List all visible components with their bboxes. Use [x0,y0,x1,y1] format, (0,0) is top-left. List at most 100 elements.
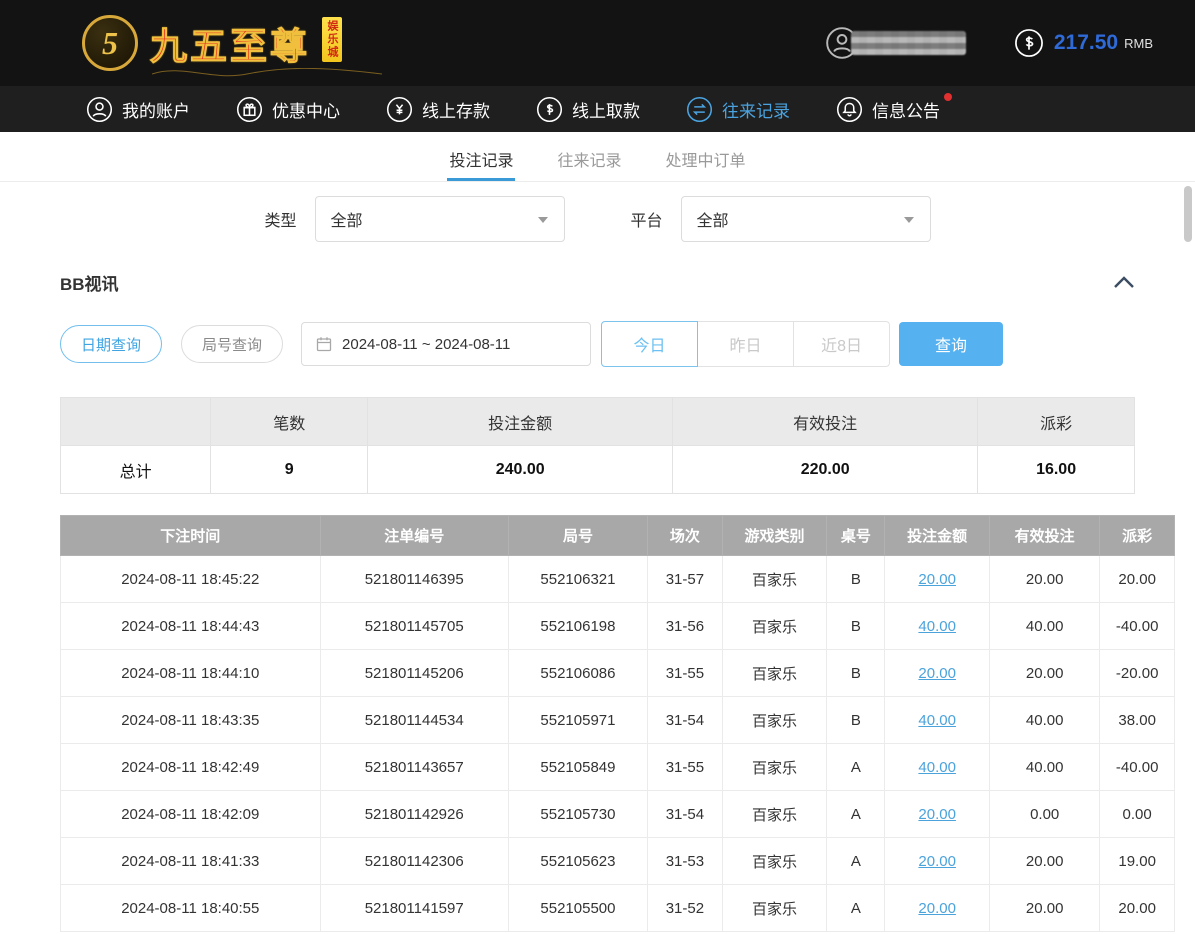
user-circle-icon [86,96,113,123]
cell-payout: -40.00 [1100,744,1175,791]
cell-round_no: 552105730 [508,791,647,838]
cell-game_type: 百家乐 [722,697,827,744]
table-row: 2024-08-11 18:42:09521801142926552105730… [61,791,1175,838]
tab-betting-records[interactable]: 投注记录 [447,132,515,181]
header-table-no: 桌号 [827,516,885,556]
cell-payout: 38.00 [1100,697,1175,744]
nav-item-withdraw[interactable]: 线上取款 [536,96,640,123]
bet-amount-link[interactable]: 40.00 [918,712,956,729]
bet-records-table: 下注时间 注单编号 局号 场次 游戏类别 桌号 投注金额 有效投注 派彩 202… [60,515,1175,932]
cell-bet_amount: 20.00 [885,650,990,697]
cell-table_no: B [827,556,885,603]
nav-item-deposit[interactable]: 线上存款 [386,96,490,123]
cell-bet_amount: 20.00 [885,791,990,838]
cell-session: 31-54 [648,697,723,744]
balance-coin-icon [1014,28,1044,58]
nav-item-announcements[interactable]: 信息公告 [836,96,940,123]
platform-label: 平台 [631,207,663,231]
cell-table_no: B [827,697,885,744]
bet-amount-link[interactable]: 40.00 [918,618,956,635]
query-bar: 日期查询 局号查询 2024-08-11 ~ 2024-08-11 今日 昨日 … [60,321,1135,367]
bet-amount-link[interactable]: 20.00 [918,571,956,588]
cell-valid_bet: 0.00 [990,791,1100,838]
username-censored [851,31,966,55]
tab-transaction-records[interactable]: 往来记录 [555,132,623,181]
table-header-row: 下注时间 注单编号 局号 场次 游戏类别 桌号 投注金额 有效投注 派彩 [61,516,1175,556]
summary-bet-amount-value: 240.00 [368,446,673,494]
header-bet-amount: 投注金额 [885,516,990,556]
cell-session: 31-55 [648,744,723,791]
nav-label: 信息公告 [872,97,940,122]
date-query-button[interactable]: 日期查询 [60,325,162,363]
section-title: BB视讯 [60,270,119,295]
collapse-section-button[interactable] [1113,276,1135,289]
cell-order_no: 521801145705 [320,603,508,650]
summary-total-row: 总计 9 240.00 220.00 16.00 [61,446,1135,494]
cell-order_no: 521801145206 [320,650,508,697]
platform-select[interactable]: 全部 [681,196,931,242]
cell-table_no: A [827,838,885,885]
cell-round_no: 552106198 [508,603,647,650]
summary-count-value: 9 [211,446,368,494]
tab-bar: 投注记录 往来记录 处理中订单 [0,132,1195,182]
cell-payout: 19.00 [1100,838,1175,885]
cell-game_type: 百家乐 [722,791,827,838]
topbar-right: 217.50 RMB [825,26,1153,60]
tab-processing-orders[interactable]: 处理中订单 [664,132,748,181]
nav-item-promotions[interactable]: 优惠中心 [236,96,340,123]
nav-item-transaction-records[interactable]: 往来记录 [686,96,790,123]
cell-payout: 0.00 [1100,791,1175,838]
bet-amount-link[interactable]: 20.00 [918,665,956,682]
cell-time: 2024-08-11 18:45:22 [61,556,321,603]
platform-select-value: 全部 [697,207,729,231]
cell-order_no: 521801141597 [320,885,508,932]
scrollbar-thumb[interactable] [1184,186,1192,242]
calendar-icon [316,336,332,352]
cell-bet_amount: 40.00 [885,603,990,650]
bet-amount-link[interactable]: 40.00 [918,759,956,776]
date-range-picker[interactable]: 2024-08-11 ~ 2024-08-11 [301,322,591,366]
bet-amount-link[interactable]: 20.00 [918,806,956,823]
cell-time: 2024-08-11 18:44:10 [61,650,321,697]
cell-session: 31-54 [648,791,723,838]
cell-table_no: A [827,791,885,838]
summary-table: 笔数 投注金额 有效投注 派彩 总计 9 240.00 220.00 16.00 [60,397,1135,494]
nav-label: 线上存款 [422,97,490,122]
search-button[interactable]: 查询 [899,322,1003,366]
header-payout: 派彩 [1100,516,1175,556]
yesterday-button[interactable]: 昨日 [697,321,794,367]
cell-round_no: 552105849 [508,744,647,791]
table-row: 2024-08-11 18:45:22521801146395552106321… [61,556,1175,603]
currency-label: RMB [1124,36,1153,51]
cell-session: 31-57 [648,556,723,603]
transfer-circle-icon [686,96,713,123]
filter-group-type: 类型 全部 [264,196,564,242]
nav-item-my-account[interactable]: 我的账户 [86,96,190,123]
site-logo[interactable]: 5 九五至尊 娱乐城 [82,15,342,71]
cell-time: 2024-08-11 18:40:55 [61,885,321,932]
withdraw-circle-icon [536,96,563,123]
cell-valid_bet: 40.00 [990,744,1100,791]
last8days-button[interactable]: 近8日 [793,321,890,367]
bet-amount-link[interactable]: 20.00 [918,853,956,870]
round-query-button[interactable]: 局号查询 [181,325,283,363]
cell-time: 2024-08-11 18:42:49 [61,744,321,791]
cell-game_type: 百家乐 [722,838,827,885]
type-select[interactable]: 全部 [315,196,565,242]
logo-flourish-icon [152,68,382,80]
header-valid-bet: 有效投注 [990,516,1100,556]
main-nav: 我的账户 优惠中心 线上存款 线上取款 往来记录 信息公告 [0,86,1195,132]
table-row: 2024-08-11 18:44:43521801145705552106198… [61,603,1175,650]
today-button[interactable]: 今日 [601,321,698,367]
deposit-circle-icon [386,96,413,123]
cell-time: 2024-08-11 18:43:35 [61,697,321,744]
cell-session: 31-52 [648,885,723,932]
cell-valid_bet: 20.00 [990,838,1100,885]
cell-order_no: 521801142926 [320,791,508,838]
cell-order_no: 521801146395 [320,556,508,603]
bet-amount-link[interactable]: 20.00 [918,900,956,917]
cell-session: 31-55 [648,650,723,697]
bell-circle-icon [836,96,863,123]
balance-amount: 217.50 [1054,31,1118,55]
type-label: 类型 [264,207,296,231]
